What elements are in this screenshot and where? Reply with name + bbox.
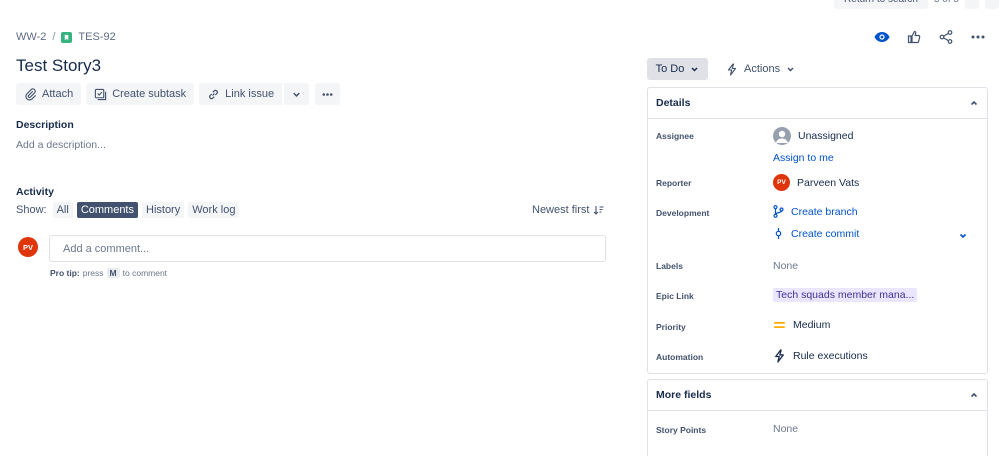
vote-thumbs-up-icon[interactable]: [905, 28, 923, 46]
details-header[interactable]: Details: [648, 88, 987, 119]
assign-to-me-link[interactable]: Assign to me: [773, 152, 834, 164]
epic-link-label: Epic Link: [656, 291, 694, 301]
status-transition-button[interactable]: To Do: [647, 58, 708, 80]
branch-icon: [773, 205, 784, 218]
comment-pro-tip: Pro tip: press M to comment: [50, 268, 167, 278]
breadcrumb-project-link[interactable]: WW-2: [16, 31, 46, 43]
filter-history-button[interactable]: History: [142, 202, 185, 218]
reporter-value[interactable]: PV Parveen Vats: [773, 174, 859, 191]
chevron-down-icon: [787, 66, 794, 72]
sort-order-label: Newest first: [532, 204, 590, 216]
activity-filter-bar: Show: All Comments History Work log: [16, 202, 240, 218]
story-points-label: Story Points: [656, 425, 707, 435]
epic-link-value[interactable]: Tech squads member mana...: [773, 288, 918, 302]
priority-label: Priority: [656, 322, 686, 332]
breadcrumb-issue-key[interactable]: TES-92: [78, 31, 115, 43]
filter-comments-button[interactable]: Comments: [76, 202, 138, 218]
description-editor[interactable]: Add a description...: [16, 139, 106, 151]
link-issue-button[interactable]: Link issue: [199, 83, 283, 105]
protip-press: press: [82, 268, 104, 278]
watch-eye-icon[interactable]: [873, 28, 891, 46]
more-fields-panel: More fields Story Points None: [647, 379, 988, 456]
more-fields-heading: More fields: [656, 389, 712, 401]
details-panel: Details Assignee Unassigned Assign to me…: [647, 87, 988, 374]
create-subtask-button[interactable]: Create subtask: [86, 83, 195, 105]
protip-tail: to comment: [122, 268, 168, 278]
shortcut-key: M: [106, 268, 120, 278]
reporter-avatar: PV: [773, 174, 790, 191]
story-points-value[interactable]: None: [773, 423, 798, 435]
labels-value[interactable]: None: [773, 260, 798, 272]
assignee-name: Unassigned: [798, 130, 854, 142]
chevron-down-icon[interactable]: [958, 231, 968, 241]
assignee-value[interactable]: Unassigned: [773, 127, 853, 145]
create-branch-label: Create branch: [791, 205, 858, 218]
priority-medium-icon: [774, 322, 785, 328]
create-commit-label: Create commit: [791, 227, 860, 240]
priority-value[interactable]: Medium: [773, 319, 830, 331]
chevron-up-icon[interactable]: [969, 390, 979, 400]
create-branch-link[interactable]: Create branch: [773, 205, 858, 218]
show-label: Show:: [16, 204, 47, 216]
story-type-icon: [61, 31, 73, 43]
labels-label: Labels: [656, 261, 683, 271]
lightning-icon: [727, 62, 737, 76]
next-issue-button[interactable]: [985, 0, 999, 9]
breadcrumb-separator: /: [52, 31, 56, 43]
chevron-down-icon: [293, 92, 300, 97]
status-label: To Do: [655, 63, 685, 75]
issue-toolbar: Attach Create subtask Link issue: [16, 83, 341, 105]
labels-none: None: [773, 260, 799, 272]
return-to-search-button[interactable]: Return to search: [834, 0, 928, 9]
breadcrumb: WW-2 / TES-92: [16, 31, 116, 43]
rule-executions-link[interactable]: Rule executions: [773, 349, 868, 363]
previous-issue-button[interactable]: [965, 0, 979, 9]
priority-name: Medium: [793, 319, 831, 331]
paperclip-icon: [25, 87, 37, 100]
development-label: Development: [656, 208, 710, 218]
more-options-icon: [322, 92, 333, 96]
protip-bold: Pro tip:: [50, 268, 80, 278]
rule-executions-label: Rule executions: [793, 350, 868, 362]
unassigned-avatar-icon: [773, 127, 791, 145]
actions-label: Actions: [744, 63, 781, 75]
attach-label: Attach: [42, 88, 74, 100]
issue-counter: 5 of 5: [934, 0, 959, 9]
assignee-label: Assignee: [656, 131, 694, 141]
link-issue-dropdown-button[interactable]: [283, 83, 310, 105]
link-issue-label: Link issue: [225, 88, 275, 100]
link-icon: [209, 89, 219, 99]
more-options-icon[interactable]: [969, 28, 987, 46]
issue-navigation: Return to search 5 of 5: [834, 0, 999, 9]
story-points-none: None: [773, 423, 799, 435]
details-heading: Details: [656, 97, 691, 109]
filter-all-button[interactable]: All: [52, 202, 73, 218]
share-icon[interactable]: [937, 28, 955, 46]
activity-heading: Activity: [16, 186, 54, 198]
chevron-up-icon[interactable]: [969, 98, 979, 108]
issue-header-actions: [873, 28, 987, 46]
issue-title[interactable]: Test Story3: [16, 56, 101, 76]
lightning-icon: [775, 349, 784, 363]
create-subtask-label: Create subtask: [112, 88, 187, 100]
reporter-name: Parveen Vats: [797, 176, 860, 189]
epic-lozenge: Tech squads member mana...: [773, 288, 918, 302]
sort-descending-icon: [594, 205, 604, 215]
actions-button[interactable]: Actions: [720, 58, 801, 80]
commit-icon: [775, 228, 782, 239]
toolbar-more-button[interactable]: [315, 83, 341, 105]
subtask-icon: [95, 88, 107, 100]
filter-worklog-button[interactable]: Work log: [188, 202, 240, 218]
current-user-avatar: PV: [18, 237, 38, 257]
automation-label: Automation: [656, 352, 704, 362]
status-row: To Do Actions: [647, 58, 801, 80]
reporter-label: Reporter: [656, 178, 692, 188]
description-heading: Description: [16, 119, 74, 131]
sort-order-button[interactable]: Newest first: [532, 204, 604, 216]
create-commit-link[interactable]: Create commit: [773, 227, 859, 240]
attach-button[interactable]: Attach: [16, 83, 82, 105]
chevron-down-icon: [691, 66, 698, 72]
comment-input[interactable]: Add a comment...: [49, 235, 606, 262]
more-fields-header[interactable]: More fields: [648, 380, 987, 411]
